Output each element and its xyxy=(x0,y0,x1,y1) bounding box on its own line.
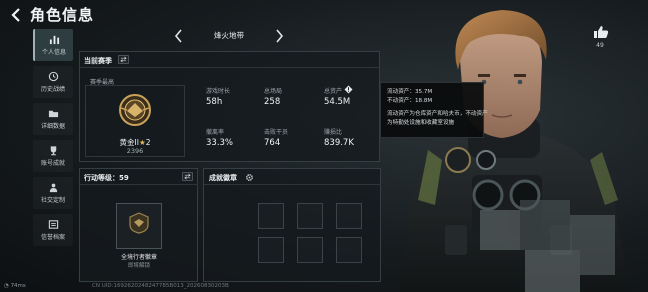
stat-label: 游戏时长 xyxy=(206,88,231,95)
stat-value: 258 xyxy=(264,97,281,107)
social-icon xyxy=(49,183,57,193)
chevron-right-icon[interactable] xyxy=(272,28,286,44)
level-label: 行动等级： xyxy=(84,174,119,182)
badge-slot[interactable] xyxy=(258,203,284,229)
badge-slot[interactable] xyxy=(297,203,323,229)
chevron-left-icon[interactable] xyxy=(172,28,186,44)
sidebar-item-label: 详细数据 xyxy=(40,123,65,130)
stat-label: 总资产 xyxy=(324,88,343,95)
sidebar-item-label: 个人信息 xyxy=(41,49,66,56)
peak-label: 赛季最高 xyxy=(90,79,115,86)
ping-value: 74ms xyxy=(10,283,26,289)
asset-tooltip: 流动资产：35.7M 不动资产：18.8M 流动资产为仓库资产和哈夫币，不动资产… xyxy=(380,82,488,138)
panel-title: 成就徽章 xyxy=(209,174,237,182)
like-count: 49 xyxy=(596,42,604,49)
gear-icon[interactable] xyxy=(245,173,254,182)
sidebar-item-achievements[interactable]: 账号成就 xyxy=(33,140,73,172)
info-icon[interactable] xyxy=(344,85,353,94)
sidebar-item-label: 信誉档案 xyxy=(40,234,65,241)
thumbs-up-icon[interactable] xyxy=(593,25,609,39)
stat-value: 764 xyxy=(264,138,281,148)
switch-button[interactable] xyxy=(182,172,193,181)
divider xyxy=(80,67,380,68)
rank-name: 黄金II xyxy=(119,138,139,147)
stat-label: 赚损比 xyxy=(324,129,343,136)
badge-slot[interactable] xyxy=(336,237,362,263)
stat-label: 撤离率 xyxy=(206,129,225,136)
level-value: 59 xyxy=(119,174,129,182)
rank-stars: 2 xyxy=(145,138,151,147)
stat-label: 击败干员 xyxy=(264,129,289,136)
stat-value: 54.5M xyxy=(324,97,351,107)
tooltip-line: 为特勤处设施和收藏室设施 xyxy=(387,120,455,126)
stat-value: 33.3% xyxy=(206,138,234,148)
rank-score: 2396 xyxy=(126,147,144,155)
sidebar-item-detailed-data[interactable]: 详细数据 xyxy=(33,103,73,135)
page-title: 角色信息 xyxy=(30,6,95,24)
switch-button[interactable] xyxy=(118,55,129,64)
stat-value: 58h xyxy=(206,97,223,107)
folder-icon xyxy=(48,110,58,118)
sidebar-item-credit[interactable]: 信誉档案 xyxy=(33,214,73,246)
badge-slot[interactable] xyxy=(336,203,362,229)
sidebar-item-history[interactable]: 历史战绩 xyxy=(33,66,73,98)
sidebar-item-label: 社交定制 xyxy=(40,197,65,204)
badge-status: 即将解锁 xyxy=(127,263,150,269)
bar-chart-icon xyxy=(49,35,59,45)
sidebar-item-label: 历史战绩 xyxy=(40,86,65,93)
divider xyxy=(80,184,198,185)
tooltip-line: 流动资产：35.7M xyxy=(387,89,433,95)
badge-slot[interactable] xyxy=(258,237,284,263)
sidebar-item-personal-info[interactable]: 个人信息 xyxy=(33,29,73,61)
trophy-icon xyxy=(50,146,56,156)
achievement-badge-panel: 成就徽章 xyxy=(203,168,381,282)
uid-text: CN UID:1692620248247785B013_20260830203B xyxy=(92,283,229,289)
panel-title: 当前赛季 xyxy=(84,57,112,65)
sidebar: 个人信息 历史战绩 详细数据 账号成就 社交定制 信誉档案 xyxy=(33,29,73,251)
stat-value: 839.7K xyxy=(324,138,354,148)
swap-icon xyxy=(184,173,191,180)
star-icon: ★ xyxy=(138,138,146,147)
swap-icon xyxy=(120,56,127,63)
history-icon xyxy=(48,71,58,82)
divider xyxy=(204,184,381,185)
traveler-badge-icon xyxy=(129,212,149,234)
network-status: ◔ 74ms xyxy=(4,283,26,289)
current-season-panel: 当前赛季 赛季最高 黄金II★2 2396 游戏时长 58h 总场局 258 总… xyxy=(79,51,380,162)
sidebar-item-social[interactable]: 社交定制 xyxy=(33,177,73,209)
level-title: 行动等级：59 xyxy=(84,173,129,183)
tooltip-line: 不动资产：18.8M xyxy=(387,98,433,104)
badge-slot[interactable] xyxy=(297,237,323,263)
action-level-panel: 行动等级：59 全境行者徽章 即将解锁 xyxy=(79,168,198,282)
tooltip-line: 流动资产为仓库资产和哈夫币，不动资产 xyxy=(387,111,488,117)
season-name: 烽火地带 xyxy=(214,31,244,40)
gold-rank-emblem xyxy=(119,94,151,126)
back-arrow-icon[interactable] xyxy=(8,6,26,24)
badge-name: 全境行者徽章 xyxy=(120,254,157,261)
sidebar-item-label: 账号成就 xyxy=(40,160,65,167)
credit-icon xyxy=(48,220,58,229)
stat-label: 总场局 xyxy=(264,88,283,95)
season-selector: 烽火地带 xyxy=(172,28,286,44)
